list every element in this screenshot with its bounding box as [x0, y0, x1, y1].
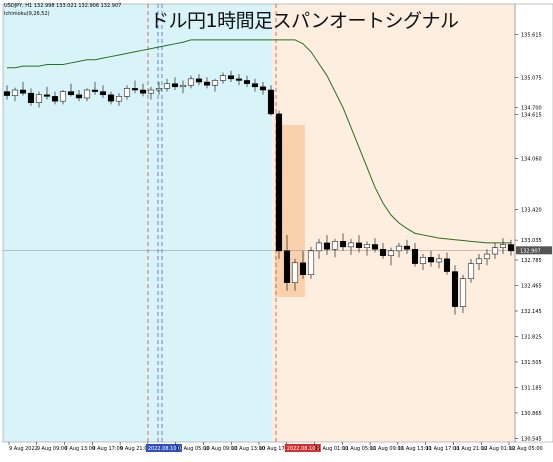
candle-body [163, 83, 171, 89]
candle-body [107, 94, 115, 102]
y-tick-label: 132.785 [521, 258, 542, 264]
candle-body [251, 83, 259, 88]
candle-body [179, 84, 187, 88]
candle-body [339, 241, 347, 248]
y-tick-label: 134.615 [521, 112, 542, 118]
candle-body [475, 258, 483, 264]
overlay-title: ドル円1時間足スパンオートシグナル [150, 10, 459, 32]
y-tick-label: 135.615 [521, 33, 542, 39]
candle-body [43, 94, 51, 97]
x-tick-label: 9 Aug 13:00 [65, 446, 96, 452]
candle-body [403, 245, 411, 250]
candle-body [307, 250, 315, 276]
x-tick-label: 12 Aug 05:00 [509, 446, 543, 452]
candle-body [267, 89, 275, 115]
candle-body [275, 113, 283, 252]
candle-body [155, 88, 163, 91]
candle-body [75, 94, 83, 99]
candle-body [459, 278, 467, 307]
y-tick-label: 133.035 [521, 238, 542, 244]
x-tick-label: 9 Aug 17:00 [92, 446, 123, 452]
candle-body [99, 91, 107, 96]
candle-body [451, 271, 459, 307]
y-tick-label: 131.825 [521, 334, 542, 340]
candle-body [419, 256, 427, 264]
candle-body [139, 89, 147, 94]
current-price-label: 132.907 [520, 248, 541, 254]
candle-body [203, 81, 211, 86]
candle-body [355, 242, 363, 248]
chart-area: 135.615 135.075 134.615 134.700 134.060 133.4… [0, 0, 553, 458]
indicator-info-line: Ichimoku(9,26,52) [4, 11, 50, 17]
candle-body [211, 80, 219, 86]
candle-body [467, 263, 475, 279]
candle-body [187, 78, 195, 86]
candle-body [283, 250, 291, 283]
x-tick-label: 9 Aug 2022 [9, 446, 38, 452]
candle-body [387, 250, 395, 256]
candle-body [291, 262, 299, 283]
candle-body [411, 249, 419, 264]
candle-body [123, 88, 131, 97]
candle-body [171, 83, 179, 88]
candle-body [27, 92, 35, 103]
candle-body [51, 96, 59, 102]
candle-body [483, 253, 491, 260]
price-axis-panel [514, 3, 553, 443]
candle-body [507, 244, 515, 252]
candle-body [395, 245, 403, 252]
candle-body [3, 91, 11, 96]
candle-body [115, 96, 123, 102]
y-tick-label: 131.505 [521, 360, 542, 366]
candle-body [59, 91, 67, 102]
bg-right-panel [272, 4, 515, 442]
candle-body [499, 244, 507, 248]
candle-body [131, 88, 139, 91]
y-tick-label: 130.865 [521, 411, 542, 417]
bg-left-panel [3, 4, 272, 442]
candle-body [235, 78, 243, 81]
candle-body [379, 249, 387, 256]
candle-body [435, 258, 443, 263]
symbol-info-line: USDJPY, H1 132.998 133.021 132.906 132.9… [4, 3, 122, 9]
y-tick-label: 132.465 [521, 284, 542, 290]
candle-body [195, 78, 203, 83]
candle-body [11, 89, 19, 96]
candle-body [315, 242, 323, 252]
y-tick-label: 135.075 [521, 76, 542, 82]
candle-body [19, 89, 27, 94]
candle-body [67, 91, 75, 96]
chart-svg: 135.615 135.075 134.615134.700 134.060 133.4… [2, 3, 553, 452]
candle-body [91, 89, 99, 92]
candle-body [331, 241, 339, 250]
y-tick-label: 134.700 [521, 106, 542, 112]
candle-body [259, 86, 267, 91]
candle-body [219, 75, 227, 81]
candle-body [227, 75, 235, 80]
candle-body [243, 80, 251, 84]
y-tick-label: 130.545 [521, 436, 542, 442]
candle-body [427, 256, 435, 263]
candle-body [347, 242, 355, 248]
candle-body [371, 244, 379, 250]
candle-body [299, 262, 307, 276]
x-tick-label: 9 Aug 09:00 [37, 446, 68, 452]
candle-body [323, 242, 331, 250]
y-tick-label: 132.145 [521, 309, 542, 315]
candle-body [147, 89, 155, 94]
candle-body [35, 94, 43, 103]
candle-body [443, 258, 451, 272]
y-tick-label: 133.420 [521, 207, 542, 213]
y-tick-label: 131.185 [521, 385, 542, 391]
candle-body [491, 247, 499, 255]
candle-body [83, 89, 91, 99]
candle-body [363, 244, 371, 248]
y-tick-label: 134.060 [521, 156, 542, 162]
